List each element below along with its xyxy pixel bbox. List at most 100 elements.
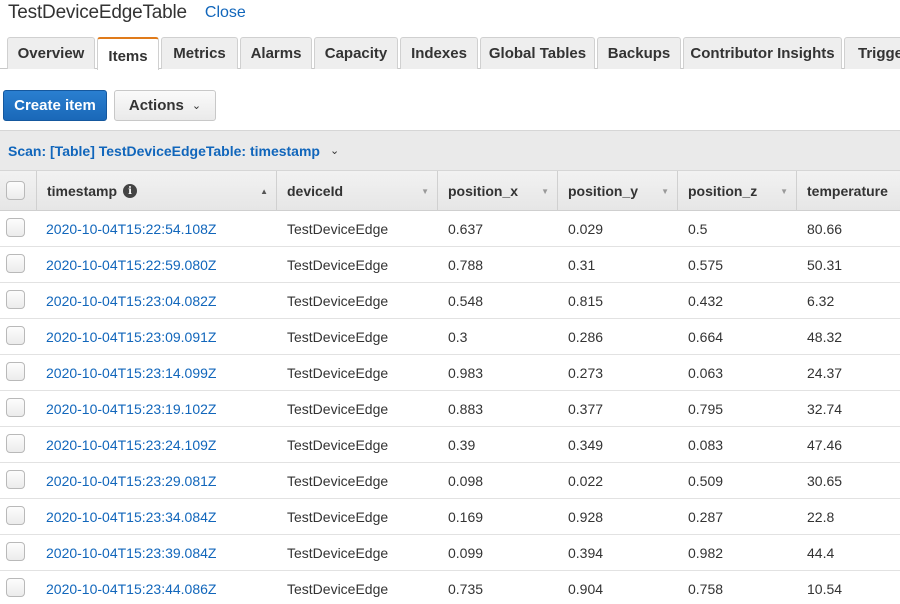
position-x-cell: 0.548	[448, 292, 484, 309]
position-y-cell: 0.273	[568, 364, 604, 381]
timestamp-link[interactable]: 2020-10-04T15:22:54.108Z	[46, 211, 216, 246]
column-header-position-x[interactable]: position_x ▼	[438, 171, 558, 211]
tab-label: Items	[108, 48, 148, 65]
position-y-cell: 0.31	[568, 256, 596, 273]
timestamp-link[interactable]: 2020-10-04T15:23:29.081Z	[46, 463, 216, 498]
tab-label: Contributor Insights	[690, 45, 835, 62]
column-header-timestamp[interactable]: timestamp i ▲	[37, 171, 277, 211]
tab-items[interactable]: Items	[97, 37, 159, 70]
tab-global-tables[interactable]: Global Tables	[480, 37, 595, 69]
row-checkbox[interactable]	[6, 326, 25, 345]
tab-label: Triggers	[858, 45, 900, 62]
timestamp-link[interactable]: 2020-10-04T15:23:39.084Z	[46, 535, 216, 570]
temperature-cell: 10.54	[807, 580, 843, 597]
table-header-row: timestamp i ▲ deviceId ▼ position_x ▼ po…	[0, 170, 900, 211]
tab-alarms[interactable]: Alarms	[240, 37, 312, 69]
column-header-position-y[interactable]: position_y ▼	[558, 171, 678, 211]
temperature-cell: 47.46	[807, 436, 843, 453]
create-item-button[interactable]: Create item	[3, 90, 107, 121]
position-z-cell: 0.509	[688, 472, 724, 489]
info-icon[interactable]: i	[123, 184, 138, 198]
timestamp-link[interactable]: 2020-10-04T15:23:04.082Z	[46, 283, 216, 318]
row-checkbox[interactable]	[6, 506, 25, 525]
tab-backups[interactable]: Backups	[597, 37, 681, 69]
timestamp-link[interactable]: 2020-10-04T15:23:44.086Z	[46, 571, 216, 604]
position-z-cell: 0.795	[688, 400, 724, 417]
position-z-cell: 0.664	[688, 328, 724, 345]
column-header-position-z[interactable]: position_z ▼	[678, 171, 797, 211]
position-x-cell: 0.3	[448, 328, 468, 345]
tab-label: Metrics	[173, 45, 226, 62]
close-link[interactable]: Close	[205, 4, 246, 22]
column-label: deviceId	[287, 183, 344, 199]
position-z-cell: 0.575	[688, 256, 724, 273]
table-row[interactable]: 2020-10-04T15:23:34.084Z TestDeviceEdge 0.…	[0, 499, 900, 535]
table-row[interactable]: 2020-10-04T15:23:19.102Z TestDeviceEdge 0.…	[0, 391, 900, 427]
position-y-cell: 0.022	[568, 472, 604, 489]
tab-label: Indexes	[411, 45, 467, 62]
scan-label[interactable]: Scan: [Table] TestDeviceEdgeTable: times…	[8, 143, 320, 159]
tab-contributor-insights[interactable]: Contributor Insights	[683, 37, 842, 69]
table-row[interactable]: 2020-10-04T15:23:04.082Z TestDeviceEdge 0.…	[0, 283, 900, 319]
tab-triggers[interactable]: Triggers	[844, 37, 900, 69]
sort-ascending-icon[interactable]: ▲	[260, 187, 268, 196]
deviceid-cell: TestDeviceEdge	[287, 508, 389, 525]
table-row[interactable]: 2020-10-04T15:23:14.099Z TestDeviceEdge 0.…	[0, 355, 900, 391]
table-row[interactable]: 2020-10-04T15:23:29.081Z TestDeviceEdge 0.…	[0, 463, 900, 499]
table-row[interactable]: 2020-10-04T15:22:59.080Z TestDeviceEdge 0.…	[0, 247, 900, 283]
row-checkbox[interactable]	[6, 290, 25, 309]
row-checkbox[interactable]	[6, 578, 25, 597]
row-checkbox[interactable]	[6, 398, 25, 417]
sort-descending-icon[interactable]: ▼	[780, 187, 788, 196]
table-row[interactable]: 2020-10-04T15:23:44.086Z TestDeviceEdge 0.…	[0, 571, 900, 604]
position-y-cell: 0.928	[568, 508, 604, 525]
position-x-cell: 0.983	[448, 364, 484, 381]
row-checkbox[interactable]	[6, 470, 25, 489]
table-row[interactable]: 2020-10-04T15:23:09.091Z TestDeviceEdge 0.…	[0, 319, 900, 355]
deviceid-cell: TestDeviceEdge	[287, 580, 389, 597]
row-checkbox[interactable]	[6, 362, 25, 381]
position-y-cell: 0.394	[568, 544, 604, 561]
timestamp-link[interactable]: 2020-10-04T15:23:09.091Z	[46, 319, 216, 354]
table-title: TestDeviceEdgeTable	[8, 2, 187, 23]
timestamp-link[interactable]: 2020-10-04T15:23:24.109Z	[46, 427, 216, 462]
position-z-cell: 0.083	[688, 436, 724, 453]
column-header-deviceid[interactable]: deviceId ▼	[277, 171, 438, 211]
sort-descending-icon[interactable]: ▼	[421, 187, 429, 196]
tab-overview[interactable]: Overview	[7, 37, 95, 69]
position-x-cell: 0.735	[448, 580, 484, 597]
timestamp-link[interactable]: 2020-10-04T15:23:19.102Z	[46, 391, 216, 426]
position-y-cell: 0.029	[568, 220, 604, 237]
scan-selector[interactable]: Scan: [Table] TestDeviceEdgeTable: times…	[0, 130, 900, 170]
timestamp-link[interactable]: 2020-10-04T15:23:34.084Z	[46, 499, 216, 534]
chevron-down-icon[interactable]: ⌄	[330, 144, 339, 157]
row-checkbox[interactable]	[6, 254, 25, 273]
deviceid-cell: TestDeviceEdge	[287, 256, 389, 273]
tab-capacity[interactable]: Capacity	[314, 37, 398, 69]
tab-metrics[interactable]: Metrics	[161, 37, 238, 69]
position-z-cell: 0.758	[688, 580, 724, 597]
timestamp-link[interactable]: 2020-10-04T15:23:14.099Z	[46, 355, 216, 390]
tab-label: Global Tables	[488, 45, 587, 62]
row-checkbox[interactable]	[6, 542, 25, 561]
actions-dropdown-button[interactable]: Actions ⌄	[114, 90, 216, 121]
position-z-cell: 0.982	[688, 544, 724, 561]
row-checkbox[interactable]	[6, 218, 25, 237]
tab-indexes[interactable]: Indexes	[400, 37, 478, 69]
actions-label: Actions	[128, 97, 184, 114]
tab-label: Alarms	[250, 45, 302, 62]
table-row[interactable]: 2020-10-04T15:23:39.084Z TestDeviceEdge 0.…	[0, 535, 900, 571]
temperature-cell: 50.31	[807, 256, 843, 273]
column-header-temperature[interactable]: temperature	[797, 171, 900, 211]
table-row[interactable]: 2020-10-04T15:22:54.108Z TestDeviceEdge 0.…	[0, 211, 900, 247]
position-z-cell: 0.063	[688, 364, 724, 381]
create-item-label: Create item	[14, 97, 96, 114]
timestamp-link[interactable]: 2020-10-04T15:22:59.080Z	[46, 247, 216, 282]
sort-descending-icon[interactable]: ▼	[541, 187, 549, 196]
position-y-cell: 0.815	[568, 292, 604, 309]
select-all-checkbox[interactable]	[6, 181, 25, 200]
row-checkbox[interactable]	[6, 434, 25, 453]
deviceid-cell: TestDeviceEdge	[287, 220, 389, 237]
table-row[interactable]: 2020-10-04T15:23:24.109Z TestDeviceEdge 0.…	[0, 427, 900, 463]
sort-descending-icon[interactable]: ▼	[661, 187, 669, 196]
